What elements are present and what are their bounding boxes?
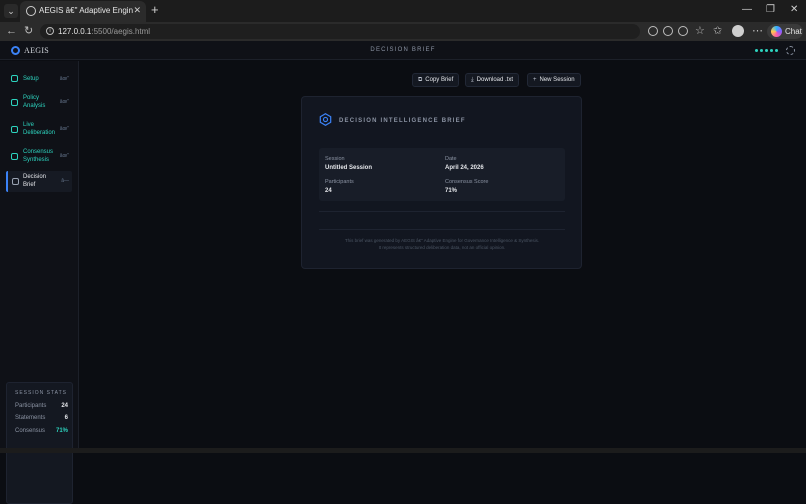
session-label: Session (325, 156, 345, 162)
new-tab-button[interactable]: + (151, 3, 159, 17)
session-stats-panel: SESSION STATS Participants 24 Statements… (6, 382, 73, 504)
new-session-button[interactable]: + New Session (527, 73, 581, 87)
browser-tab[interactable]: AEGIS â€" Adaptive Engine for Governance… (20, 1, 146, 22)
more-menu-icon[interactable]: ⋯ (752, 24, 763, 37)
stat-label: Consensus (15, 428, 46, 434)
stat-row: Consensus 71% (15, 428, 68, 434)
date-label: Date (445, 156, 457, 162)
date-value: April 24, 2026 (445, 165, 484, 171)
copy-brief-label: Copy Brief (425, 77, 454, 83)
people-icon (11, 126, 18, 133)
back-icon[interactable]: ← (6, 25, 17, 37)
browser-tab-strip: ⌄ AEGIS â€" Adaptive Engine for Governan… (0, 0, 806, 22)
progress-dot (755, 49, 758, 52)
footnote-line: It represents structured deliberation da… (378, 245, 506, 250)
progress-dot (760, 49, 763, 52)
divider (319, 211, 565, 212)
stat-row: Statements 6 (15, 415, 68, 421)
url-text: 127.0.0.1:5500/aegis.html (58, 27, 151, 36)
reader-icon[interactable] (648, 26, 658, 36)
stat-label: Statements (15, 415, 46, 421)
sidebar-item-label: Live Deliberation (23, 122, 56, 136)
participants-value: 24 (325, 188, 332, 194)
tab-close-icon[interactable]: ✕ (133, 5, 141, 16)
sidebar-item-decision-brief[interactable]: Decision Brief â— (6, 171, 72, 192)
sidebar-item-label: Consensus Synthesis (23, 149, 54, 163)
tab-menu-icon[interactable]: ⌄ (4, 4, 18, 18)
copilot-icon (771, 26, 782, 37)
chat-button[interactable]: Chat (767, 24, 803, 39)
star-icon[interactable]: ☆ (695, 24, 705, 37)
stat-value: 6 (64, 415, 68, 421)
decision-brief-card: DECISION INTELLIGENCE BRIEF Session Unti… (301, 96, 582, 269)
address-bar[interactable]: i 127.0.0.1:5500/aegis.html (40, 24, 640, 39)
reload-icon[interactable]: ↻ (24, 25, 33, 37)
minimize-icon[interactable]: — (742, 4, 752, 15)
current-step-icon: â— (61, 178, 69, 184)
globe-icon (26, 6, 36, 16)
chat-label: Chat (785, 27, 802, 36)
download-label: Download .txt (476, 77, 514, 83)
merge-icon (11, 153, 18, 160)
window-bottom-edge (0, 448, 806, 453)
main-content: ⧉ Copy Brief ⤓ Download .txt + New Sessi… (80, 61, 806, 448)
footnote-line: This brief was generated by AEGIS â€" Ad… (344, 238, 540, 243)
profile-avatar[interactable] (732, 25, 744, 37)
sidebar-item-label: Setup (23, 76, 39, 82)
stat-row: Participants 24 (15, 403, 68, 409)
plus-icon: + (533, 77, 537, 83)
setup-icon (11, 75, 18, 82)
brief-info-box: Session Untitled Session Date April 24, … (319, 148, 565, 201)
sidebar: Setup âœ" Policy Analysis âœ" Live Delib… (0, 61, 79, 504)
download-icon: ⤓ (471, 76, 474, 83)
sidebar-item-label: Decision Brief (23, 174, 47, 188)
app-header: AEGIS DECISION BRIEF (0, 41, 806, 60)
sidebar-item-policy-analysis[interactable]: Policy Analysis âœ" (6, 90, 72, 116)
progress-dot (770, 49, 773, 52)
stat-value: 71% (55, 428, 68, 434)
sidebar-item-consensus-synthesis[interactable]: Consensus Synthesis âœ" (6, 144, 72, 170)
consensus-value: 71% (445, 188, 458, 194)
copy-brief-button[interactable]: ⧉ Copy Brief (412, 73, 460, 87)
brief-title: DECISION INTELLIGENCE BRIEF (339, 118, 466, 124)
page-title: DECISION BRIEF (370, 47, 436, 53)
consensus-label: Consensus Score (445, 179, 489, 185)
brief-footnote: This brief was generated by AEGIS â€" Ad… (319, 237, 565, 251)
participants-label: Participants (325, 179, 354, 185)
session-stats-title: SESSION STATS (15, 390, 67, 396)
document-icon (12, 178, 19, 185)
progress-dot (775, 49, 778, 52)
block-icon[interactable] (678, 26, 688, 36)
site-info-icon[interactable]: i (46, 27, 54, 35)
hexagon-logo-icon (319, 113, 332, 126)
sidebar-item-live-deliberation[interactable]: Live Deliberation âœ" (6, 117, 72, 143)
new-session-label: New Session (539, 77, 575, 83)
window-close-icon[interactable]: ✕ (790, 4, 798, 15)
check-icon: âœ" (59, 153, 69, 159)
tab-title: AEGIS â€" Adaptive Engine for Governance (39, 6, 133, 15)
browser-toolbar: ← ↻ i 127.0.0.1:5500/aegis.html ☆ ✩ ⋯ Ch… (0, 22, 806, 41)
favorites-icon[interactable]: ✩ (713, 24, 722, 37)
copy-icon: ⧉ (418, 76, 423, 83)
restore-icon[interactable]: ❐ (766, 4, 775, 15)
divider (319, 229, 565, 230)
stat-value: 24 (61, 403, 68, 409)
stat-label: Participants (15, 403, 47, 409)
sidebar-item-label: Policy Analysis (23, 95, 46, 109)
zoom-icon[interactable] (663, 26, 673, 36)
progress-dots (755, 49, 778, 52)
search-icon (11, 99, 18, 106)
check-icon: âœ" (59, 99, 69, 105)
check-icon: âœ" (59, 76, 69, 82)
check-icon: âœ" (59, 126, 69, 132)
progress-dot (765, 49, 768, 52)
download-button[interactable]: ⤓ Download .txt (465, 73, 520, 87)
theme-toggle-icon[interactable] (786, 46, 795, 55)
session-value: Untitled Session (325, 165, 373, 171)
